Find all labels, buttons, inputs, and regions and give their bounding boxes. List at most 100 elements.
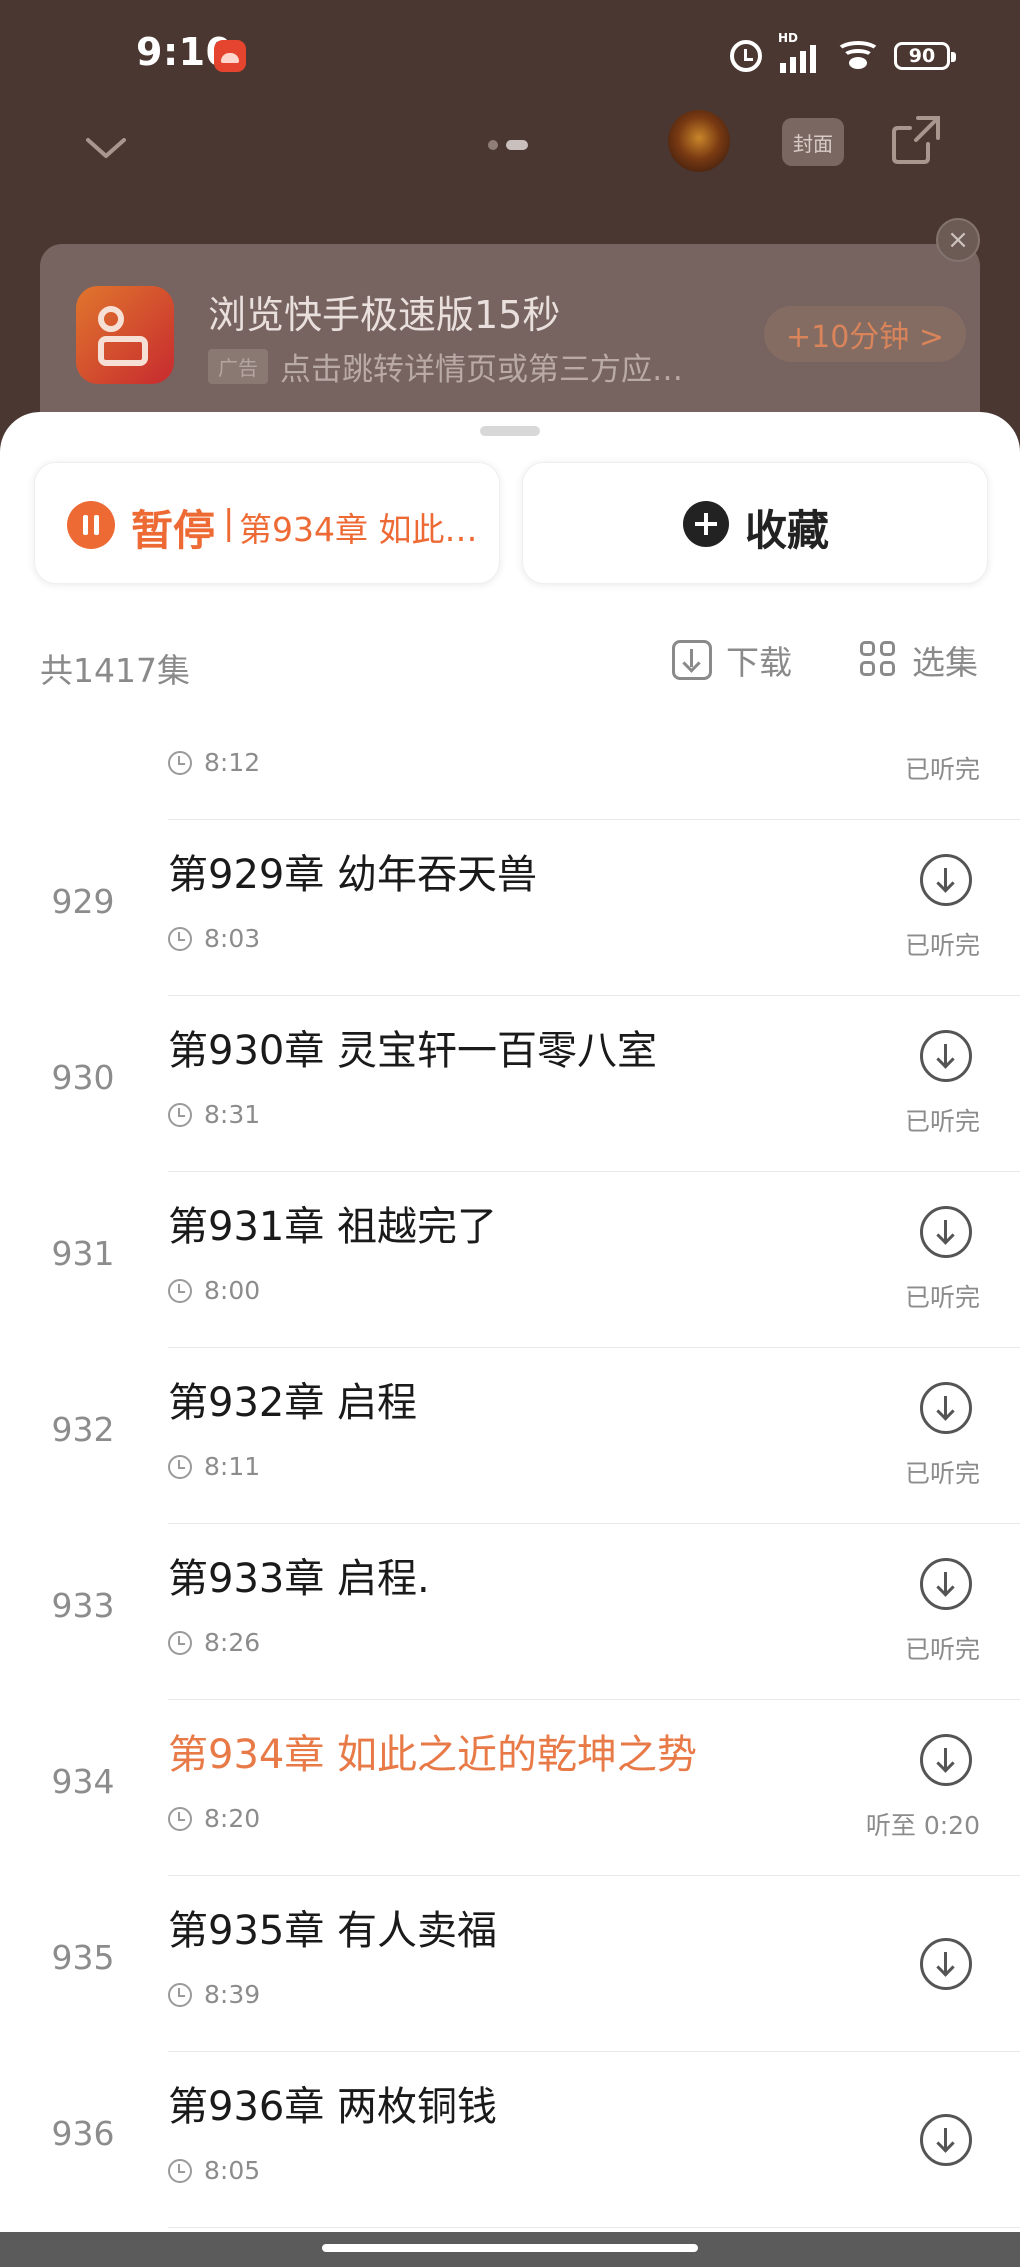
download-episode-icon[interactable]	[920, 1734, 972, 1786]
action-row: 暂停 | 第934章 如此之近的乾坤之势 收藏	[34, 462, 988, 588]
episode-duration: 8:03	[168, 924, 260, 953]
episode-status: 已听完	[904, 1459, 980, 1488]
episode-row[interactable]: 8:12 已听完	[0, 714, 1020, 820]
cover-thumbnail[interactable]	[668, 110, 730, 172]
episode-status: 听至 0:20	[865, 1811, 980, 1840]
current-chapter-label: 第934章 如此之近的乾坤之势	[239, 510, 479, 549]
episode-row[interactable]: 929 第929章 幼年吞天兽 8:03 已听完	[0, 820, 1020, 996]
episode-number: 930	[51, 1058, 115, 1097]
battery-icon: 90	[894, 42, 956, 70]
clock-icon	[168, 1278, 192, 1303]
duration-text: 8:31	[204, 1100, 261, 1129]
episode-number: 932	[51, 1410, 115, 1449]
pause-icon	[67, 501, 115, 549]
duration-text: 8:39	[204, 1980, 261, 2009]
alarm-icon	[730, 40, 762, 72]
episode-duration: 8:05	[168, 2156, 260, 2185]
ad-reward-button[interactable]: +10分钟 >	[764, 306, 966, 362]
episode-duration: 8:26	[168, 1628, 260, 1657]
episode-duration: 8:00	[168, 1276, 260, 1305]
episode-row[interactable]: 930 第930章 灵宝轩一百零八室 8:31 已听完	[0, 996, 1020, 1172]
clock-icon	[168, 2158, 192, 2183]
duration-text: 8:00	[204, 1276, 261, 1305]
download-episode-icon[interactable]	[920, 1558, 972, 1610]
episode-status: 已听完	[904, 931, 980, 960]
episode-duration: 8:31	[168, 1100, 260, 1129]
episode-status: 已听完	[904, 1283, 980, 1312]
episode-title: 第936章 两枚铜钱	[168, 2084, 498, 2130]
episode-duration: 8:12	[168, 748, 260, 777]
ad-subtitle-row: 广告 点击跳转详情页或第三方应…	[208, 344, 683, 389]
share-icon[interactable]	[888, 112, 944, 168]
episode-row-playing[interactable]: 934 第934章 如此之近的乾坤之势 8:20 听至 0:20	[0, 1700, 1020, 1876]
duration-text: 8:11	[204, 1452, 261, 1481]
select-label: 选集	[912, 643, 978, 682]
download-episode-icon[interactable]	[920, 1206, 972, 1258]
page-indicator	[488, 140, 528, 150]
episode-number: 934	[51, 1762, 115, 1801]
duration-text: 8:12	[204, 748, 261, 777]
episode-row[interactable]: 931 第931章 祖越完了 8:00 已听完	[0, 1172, 1020, 1348]
signal-icon: HD	[776, 31, 822, 73]
duration-text: 8:26	[204, 1628, 261, 1657]
pause-label: 暂停	[131, 506, 216, 555]
favorite-button[interactable]: 收藏	[522, 462, 988, 584]
episode-title: 第931章 祖越完了	[168, 1204, 498, 1250]
episode-list: 8:12 已听完 929 第929章 幼年吞天兽 8:03 已听完 930 第9…	[0, 714, 1020, 2228]
clock-icon	[168, 750, 192, 775]
player-header: 封面	[0, 110, 1020, 230]
download-episode-icon[interactable]	[920, 1938, 972, 1990]
episode-duration: 8:11	[168, 1452, 260, 1481]
ad-tag: 广告	[208, 349, 268, 384]
plus-icon	[683, 501, 729, 547]
episode-row[interactable]: 933 第933章 启程. 8:26 已听完	[0, 1524, 1020, 1700]
download-episode-icon[interactable]	[920, 1030, 972, 1082]
network-label: HD	[778, 31, 799, 45]
row-divider	[168, 2227, 1020, 2228]
episode-title: 第932章 启程	[168, 1380, 418, 1426]
cover-button[interactable]: 封面	[782, 118, 844, 166]
episode-row[interactable]: 932 第932章 启程 8:11 已听完	[0, 1348, 1020, 1524]
clock-icon	[168, 1630, 192, 1655]
ad-title: 浏览快手极速版15秒	[208, 293, 561, 337]
download-button[interactable]: 下载	[672, 636, 792, 684]
ad-close-button[interactable]: ×	[936, 218, 980, 262]
battery-level: 90	[908, 45, 936, 67]
episode-title: 第933章 启程.	[168, 1556, 430, 1602]
grid-icon	[860, 641, 898, 679]
episode-duration: 8:20	[168, 1804, 260, 1833]
system-nav-bar	[0, 2232, 1020, 2267]
download-episode-icon[interactable]	[920, 1382, 972, 1434]
duration-text: 8:20	[204, 1804, 261, 1833]
download-episode-icon[interactable]	[920, 854, 972, 906]
episode-number: 936	[51, 2114, 115, 2153]
download-label: 下载	[726, 643, 792, 682]
episode-status: 已听完	[904, 755, 980, 784]
episode-duration: 8:39	[168, 1980, 260, 2009]
episode-row[interactable]: 936 第936章 两枚铜钱 8:05	[0, 2052, 1020, 2228]
clock-icon	[168, 1982, 192, 2007]
pause-button[interactable]: 暂停 | 第934章 如此之近的乾坤之势	[34, 462, 500, 584]
episode-total: 共1417集	[40, 651, 190, 690]
download-icon	[672, 640, 712, 680]
clock-icon	[168, 1806, 192, 1831]
episode-title: 第930章 灵宝轩一百零八室	[168, 1028, 658, 1074]
list-header: 共1417集 下载 选集	[40, 634, 982, 694]
clock-icon	[168, 1454, 192, 1479]
chevron-down-icon[interactable]	[84, 126, 128, 170]
episode-number: 931	[51, 1234, 115, 1273]
kuaishou-app-logo	[76, 286, 174, 384]
episode-row[interactable]: 935 第935章 有人卖福 8:39	[0, 1876, 1020, 2052]
select-episodes-button[interactable]: 选集	[860, 636, 978, 684]
status-icons: HD 90	[730, 31, 956, 80]
episode-number: 935	[51, 1938, 115, 1977]
episode-list-sheet: 暂停 | 第934章 如此之近的乾坤之势 收藏 共1417集 下载 选集 8:1…	[0, 412, 1020, 2232]
wifi-icon	[835, 39, 881, 73]
download-episode-icon[interactable]	[920, 2114, 972, 2166]
home-gesture-bar[interactable]	[322, 2244, 698, 2252]
favorite-label: 收藏	[745, 506, 830, 555]
episode-number: 933	[51, 1586, 115, 1625]
status-bar: 9:10 HD 90	[0, 0, 1020, 110]
pause-separator: |	[223, 503, 235, 543]
sheet-drag-handle[interactable]	[480, 426, 540, 436]
